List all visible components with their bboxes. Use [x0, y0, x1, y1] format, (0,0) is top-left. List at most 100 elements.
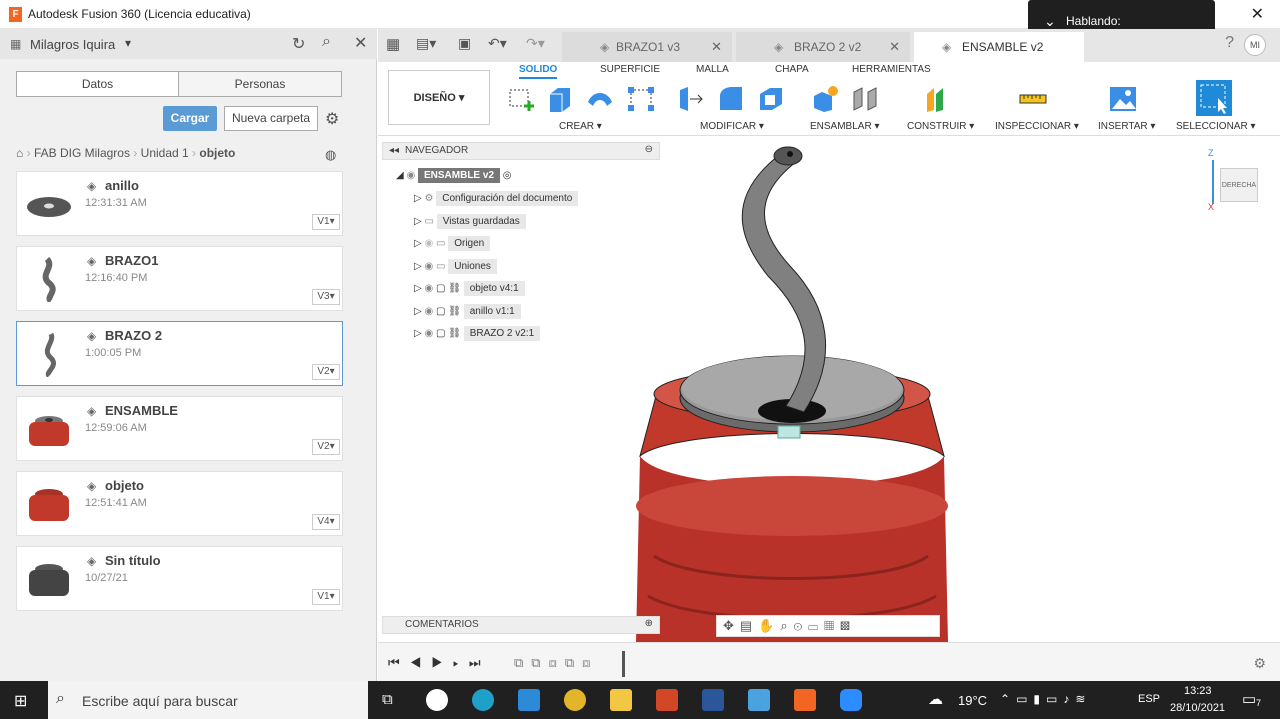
group-inspeccionar[interactable]: INSPECCIONAR ▾	[995, 121, 1079, 132]
breadcrumb-item[interactable]: FAB DIG Milagros	[34, 146, 130, 160]
tab-solido[interactable]: SOLIDO	[519, 64, 558, 79]
gear-icon[interactable]: ⚙	[1253, 655, 1266, 672]
pan-icon[interactable]: ✋	[758, 618, 780, 633]
group-crear[interactable]: CREAR ▾	[559, 121, 602, 132]
insert-image-icon[interactable]	[1108, 84, 1138, 114]
new-folder-button[interactable]: Nueva carpeta	[224, 106, 318, 131]
version-dropdown[interactable]: V1▾	[312, 589, 340, 605]
timeline-marker[interactable]	[622, 651, 625, 677]
orbit-icon[interactable]: ✥	[723, 618, 740, 633]
navigator-header[interactable]: ◂◂ NAVEGADOR ⊖	[382, 142, 660, 160]
close-window-button[interactable]: ✕	[1251, 4, 1264, 24]
clock-date[interactable]: 28/10/2021	[1170, 702, 1225, 714]
gear-icon[interactable]: ⚙	[325, 109, 339, 129]
eye-hidden-icon[interactable]: ◉	[424, 238, 433, 249]
fit-icon[interactable]: ⊙	[794, 618, 808, 633]
photos-icon[interactable]	[748, 689, 770, 711]
tab-personas[interactable]: Personas	[179, 72, 341, 96]
eye-icon[interactable]: ◉	[424, 283, 433, 294]
select-icon[interactable]	[1196, 80, 1232, 116]
tab-herramientas[interactable]: HERRAMIENTAS	[852, 64, 931, 75]
tree-root[interactable]: ◢ ◉ ENSAMBLE v2 ◎	[396, 168, 512, 183]
globe-icon[interactable]: ◍	[325, 147, 336, 163]
eye-icon[interactable]: ◉	[424, 306, 433, 317]
workspace-dropdown[interactable]: DISEÑO ▾	[388, 70, 490, 125]
timeline-component-icon[interactable]: ⧉	[514, 655, 531, 670]
version-dropdown[interactable]: V1▾	[312, 214, 340, 230]
volume-icon[interactable]: ♪	[1063, 692, 1075, 706]
look-at-icon[interactable]: ▤	[740, 618, 758, 633]
eye-icon[interactable]: ◉	[424, 328, 433, 339]
file-explorer-icon[interactable]	[610, 689, 632, 711]
weather-icon[interactable]: ☁	[928, 690, 943, 708]
tree-item[interactable]: ▷ ◉ ▢ ⛓ anillo v1:1	[414, 304, 521, 319]
eye-icon[interactable]: ◉	[406, 170, 415, 181]
timeline-component-icon[interactable]: ⧉	[565, 655, 582, 670]
group-insertar[interactable]: INSERTAR ▾	[1098, 121, 1155, 132]
timeline-component-icon[interactable]: ⧉	[531, 655, 548, 670]
pattern-icon[interactable]	[626, 84, 656, 114]
close-tab-icon[interactable]: ✕	[889, 32, 900, 62]
chrome-icon[interactable]	[564, 689, 586, 711]
collapse-icon[interactable]: ◂◂	[389, 145, 399, 156]
tab-superficie[interactable]: SUPERFICIE	[600, 64, 660, 75]
viewports-icon[interactable]: ▩	[840, 618, 856, 633]
version-dropdown[interactable]: V4▾	[312, 514, 340, 530]
refresh-icon[interactable]: ↻	[292, 34, 305, 54]
camera-icon[interactable]: ▭	[1016, 692, 1033, 706]
group-ensamblar[interactable]: ENSAMBLAR ▾	[810, 121, 880, 132]
timeline-joint-icon[interactable]: ⧈	[549, 655, 565, 670]
file-card[interactable]: ◈ BRAZO1 12:16:40 PM V3▾	[16, 246, 343, 311]
next-step-icon[interactable]: ▸	[453, 655, 469, 670]
microphone-icon[interactable]: ▮	[1033, 692, 1046, 706]
activate-icon[interactable]: ◎	[503, 170, 512, 181]
notification-center-icon[interactable]: ▭	[1242, 690, 1256, 708]
zoom-icon[interactable]: ⌕	[780, 618, 793, 633]
version-dropdown[interactable]: V3▾	[312, 289, 340, 305]
powerpoint-icon[interactable]	[656, 689, 678, 711]
tree-item[interactable]: ▷ ◉ ▭ Uniones	[414, 259, 497, 274]
revolve-icon[interactable]	[585, 84, 615, 114]
tab-malla[interactable]: MALLA	[696, 64, 729, 75]
help-icon[interactable]: ?	[1225, 34, 1234, 52]
view-cube-face[interactable]: DERECHA	[1220, 168, 1258, 202]
dell-icon[interactable]	[426, 689, 448, 711]
assembly-model[interactable]	[618, 136, 958, 642]
user-name[interactable]: Milagros Iquira	[30, 37, 115, 52]
timeline-joint-icon[interactable]: ⧈	[582, 655, 598, 670]
version-dropdown[interactable]: V2▾	[312, 439, 340, 455]
avatar[interactable]: MI	[1244, 34, 1266, 56]
shell-icon[interactable]	[756, 84, 786, 114]
joint-icon[interactable]	[850, 84, 880, 114]
close-tab-icon[interactable]: ✕	[711, 32, 722, 62]
display-settings-icon[interactable]: ▭	[808, 618, 824, 633]
tab-chapa[interactable]: CHAPA	[775, 64, 809, 75]
language-indicator[interactable]: ESP	[1138, 693, 1160, 705]
battery-icon[interactable]: ▭	[1046, 692, 1063, 706]
new-component-icon[interactable]	[810, 84, 840, 114]
tree-item[interactable]: ▷ ⚙ Configuración del documento	[414, 191, 579, 206]
fusion-taskbar-icon[interactable]	[794, 689, 816, 711]
redo-icon[interactable]: ↷▾	[526, 35, 545, 52]
file-card[interactable]: ◈ Sin título 10/27/21 V1▾	[16, 546, 343, 611]
search-icon[interactable]: ⌕	[322, 33, 331, 51]
file-card[interactable]: ◈ anillo 12:31:31 AM V1▾	[16, 171, 343, 236]
grid-menu-icon[interactable]: ▦	[386, 35, 400, 53]
windows-start-icon[interactable]: ⊞	[14, 691, 27, 711]
minimize-icon[interactable]: ⊖	[645, 144, 653, 155]
version-dropdown[interactable]: V2▾	[312, 364, 340, 380]
previous-step-icon[interactable]: ◀	[410, 655, 432, 670]
wifi-icon[interactable]: ≋	[1075, 692, 1091, 706]
chevron-down-icon[interactable]: ▾	[125, 36, 131, 50]
sketch-icon[interactable]	[506, 84, 536, 114]
save-icon[interactable]: ▣	[458, 35, 471, 52]
show-hidden-icons-icon[interactable]: ⌃	[1000, 692, 1016, 706]
word-icon[interactable]	[702, 689, 724, 711]
task-view-icon[interactable]: ⧉	[382, 691, 393, 708]
file-card[interactable]: ◈ ENSAMBLE 12:59:06 AM V2▾	[16, 396, 343, 461]
measure-icon[interactable]	[1018, 84, 1048, 114]
group-seleccionar[interactable]: SELECCIONAR ▾	[1176, 121, 1256, 132]
grid-icon[interactable]: ▦	[824, 618, 840, 633]
eye-icon[interactable]: ◉	[424, 261, 433, 272]
tree-item[interactable]: ▷ ◉ ▭ Origen	[414, 236, 491, 251]
